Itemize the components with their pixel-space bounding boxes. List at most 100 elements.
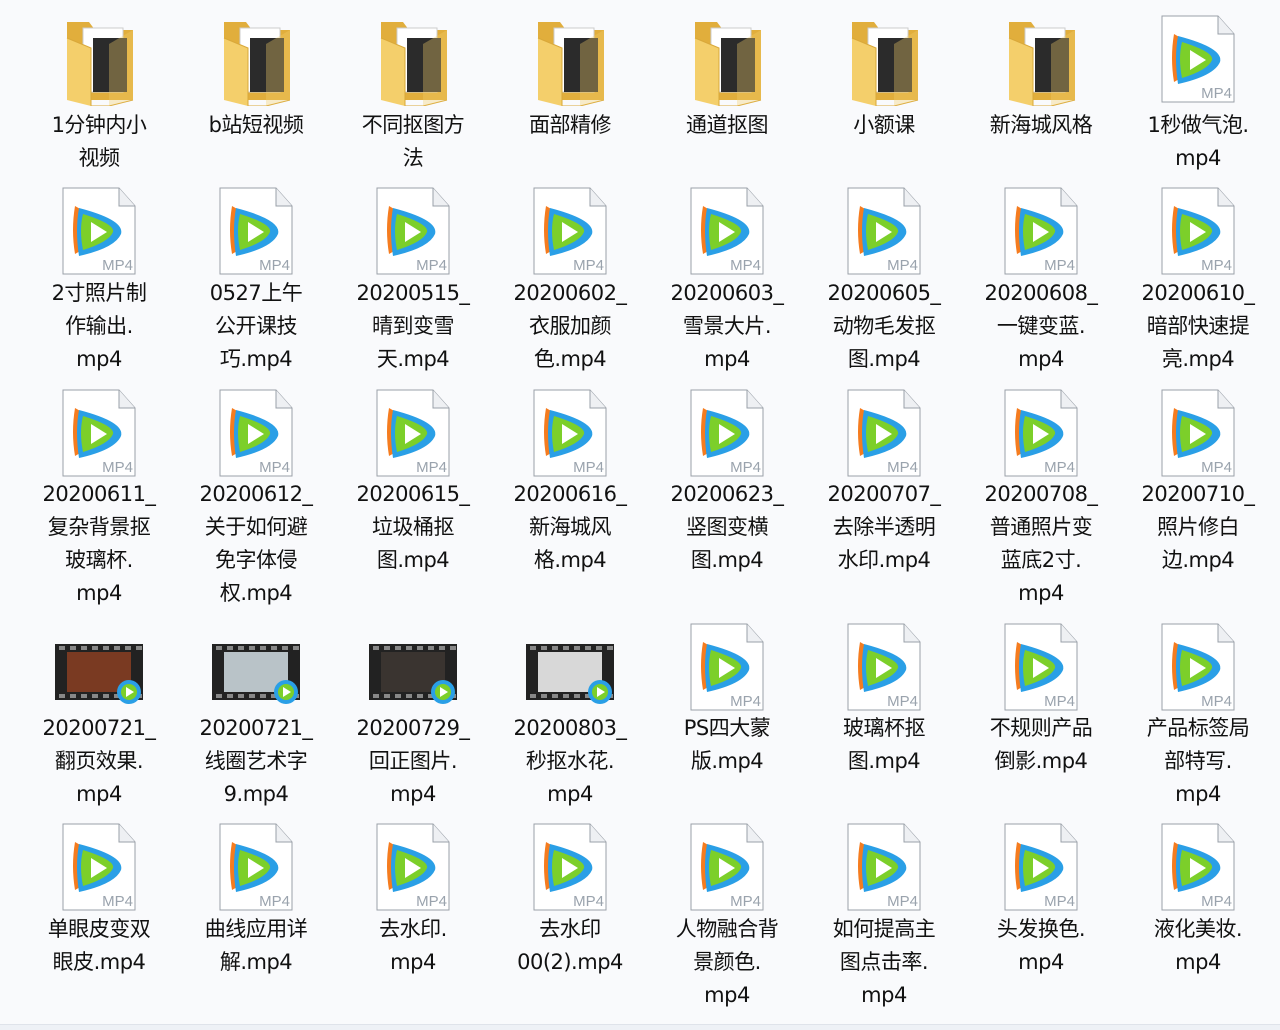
item-name-label[interactable]: 20200710_照片修白边.mp4 xyxy=(1123,478,1273,577)
folder-icon[interactable] xyxy=(966,14,1116,106)
mp4-file-icon[interactable]: MP4 xyxy=(652,822,802,914)
mp4-file-icon[interactable]: MP4 xyxy=(24,186,174,278)
folder-icon[interactable] xyxy=(652,14,802,106)
svg-text:MP4: MP4 xyxy=(1201,893,1232,910)
mp4-file-icon[interactable]: MP4 xyxy=(1123,822,1273,914)
item-name-label[interactable]: 人物融合背景颜色.mp4 xyxy=(652,913,802,1012)
item-name-label[interactable]: 20200605_动物毛发抠图.mp4 xyxy=(809,277,959,376)
mp4-file-icon[interactable]: MP4 xyxy=(24,822,174,914)
mp4-file-icon[interactable]: MP4 xyxy=(652,186,802,278)
mp4-file-icon[interactable]: MP4 xyxy=(966,388,1116,480)
item-name-line: 20200803_ xyxy=(495,712,645,745)
item-name-label[interactable]: 20200612_关于如何避免字体侵权.mp4 xyxy=(181,478,331,610)
mp4-file-icon[interactable]: MP4 xyxy=(1123,186,1273,278)
mp4-file-icon[interactable]: MP4 xyxy=(495,388,645,480)
item-name-label[interactable]: 20200602_衣服加颜色.mp4 xyxy=(495,277,645,376)
mp4-file-icon[interactable]: MP4 xyxy=(338,822,488,914)
item-name-line: mp4 xyxy=(966,343,1116,376)
mp4-file-icon[interactable]: MP4 xyxy=(338,186,488,278)
mp4-file-icon[interactable]: MP4 xyxy=(652,388,802,480)
mp4-file-icon[interactable]: MP4 xyxy=(495,822,645,914)
item-name-line: 玻璃杯. xyxy=(24,544,174,577)
mp4-file-icon[interactable]: MP4 xyxy=(809,388,959,480)
item-name-label[interactable]: 新海城风格 xyxy=(966,109,1116,142)
item-name-line: mp4 xyxy=(495,778,645,811)
item-name-label[interactable]: 20200708_普通照片变蓝底2寸.mp4 xyxy=(966,478,1116,610)
mp4-file-icon[interactable]: MP4 xyxy=(495,186,645,278)
svg-text:MP4: MP4 xyxy=(730,459,761,476)
mp4-file-icon[interactable]: MP4 xyxy=(809,822,959,914)
mp4-file-icon[interactable]: MP4 xyxy=(338,388,488,480)
item-name-label[interactable]: 不同抠图方法 xyxy=(338,109,488,175)
item-name-label[interactable]: 面部精修 xyxy=(495,109,645,142)
item-name-label[interactable]: 头发换色.mp4 xyxy=(966,913,1116,979)
item-name-label[interactable]: 20200610_暗部快速提亮.mp4 xyxy=(1123,277,1273,376)
item-name-label[interactable]: 20200623_竖图变横图.mp4 xyxy=(652,478,802,577)
video-thumbnail-icon[interactable] xyxy=(338,622,488,714)
item-name-line: 玻璃杯抠 xyxy=(809,712,959,745)
mp4-file-icon[interactable]: MP4 xyxy=(966,822,1116,914)
mp4-file-icon[interactable]: MP4 xyxy=(809,186,959,278)
item-name-label[interactable]: 2寸照片制作输出.mp4 xyxy=(24,277,174,376)
mp4-file-icon[interactable]: MP4 xyxy=(181,822,331,914)
folder-icon[interactable] xyxy=(338,14,488,106)
folder-icon[interactable] xyxy=(181,14,331,106)
mp4-file-icon[interactable]: MP4 xyxy=(24,388,174,480)
item-name-label[interactable]: 1秒做气泡.mp4 xyxy=(1123,109,1273,175)
svg-text:MP4: MP4 xyxy=(102,257,133,274)
item-name-line: 暗部快速提 xyxy=(1123,310,1273,343)
item-name-label[interactable]: 不规则产品倒影.mp4 xyxy=(966,712,1116,778)
item-name-label[interactable]: 小额课 xyxy=(809,109,959,142)
item-name-label[interactable]: 20200603_雪景大片.mp4 xyxy=(652,277,802,376)
mp4-file-icon[interactable]: MP4 xyxy=(181,388,331,480)
item-name-label[interactable]: 20200608_一键变蓝.mp4 xyxy=(966,277,1116,376)
svg-text:MP4: MP4 xyxy=(416,257,447,274)
folder-icon[interactable] xyxy=(809,14,959,106)
item-name-label[interactable]: 20200707_去除半透明水印.mp4 xyxy=(809,478,959,577)
mp4-file-icon[interactable]: MP4 xyxy=(1123,622,1273,714)
item-name-label[interactable]: 20200611_复杂背景抠玻璃杯.mp4 xyxy=(24,478,174,610)
svg-text:MP4: MP4 xyxy=(1201,85,1232,102)
folder-icon[interactable] xyxy=(24,14,174,106)
mp4-file-icon[interactable]: MP4 xyxy=(181,186,331,278)
video-thumbnail-icon[interactable] xyxy=(495,622,645,714)
item-name-label[interactable]: 如何提高主图点击率.mp4 xyxy=(809,913,959,1012)
item-name-label[interactable]: 去水印00(2).mp4 xyxy=(495,913,645,979)
item-name-line: 倒影.mp4 xyxy=(966,745,1116,778)
svg-text:MP4: MP4 xyxy=(416,459,447,476)
mp4-file-icon[interactable]: MP4 xyxy=(809,622,959,714)
folder-icon[interactable] xyxy=(495,14,645,106)
mp4-file-icon[interactable]: MP4 xyxy=(966,622,1116,714)
item-name-line: 产品标签局 xyxy=(1123,712,1273,745)
item-name-label[interactable]: PS四大蒙版.mp4 xyxy=(652,712,802,778)
item-name-line: 20200610_ xyxy=(1123,277,1273,310)
item-name-label[interactable]: 产品标签局部特写.mp4 xyxy=(1123,712,1273,811)
item-name-label[interactable]: 20200721_线圈艺术字9.mp4 xyxy=(181,712,331,811)
item-name-label[interactable]: 通道抠图 xyxy=(652,109,802,142)
item-name-line: mp4 xyxy=(652,343,802,376)
video-thumbnail-icon[interactable] xyxy=(24,622,174,714)
video-thumbnail-icon[interactable] xyxy=(181,622,331,714)
item-name-line: 0527上午 xyxy=(181,277,331,310)
item-name-label[interactable]: b站短视频 xyxy=(181,109,331,142)
mp4-file-icon[interactable]: MP4 xyxy=(652,622,802,714)
item-name-label[interactable]: 玻璃杯抠图.mp4 xyxy=(809,712,959,778)
item-name-line: 20200611_ xyxy=(24,478,174,511)
file-icon-view: 1分钟内小视频 b站短视频 不同抠图方法 面部精修 通道抠图 小额课 xyxy=(0,0,1280,1025)
mp4-file-icon[interactable]: MP4 xyxy=(966,186,1116,278)
item-name-label[interactable]: 去水印.mp4 xyxy=(338,913,488,979)
item-name-label[interactable]: 20200729_回正图片.mp4 xyxy=(338,712,488,811)
item-name-line: 20200623_ xyxy=(652,478,802,511)
mp4-file-icon[interactable]: MP4 xyxy=(1123,388,1273,480)
item-name-label[interactable]: 曲线应用详解.mp4 xyxy=(181,913,331,979)
item-name-label[interactable]: 单眼皮变双眼皮.mp4 xyxy=(24,913,174,979)
item-name-label[interactable]: 20200803_秒抠水花.mp4 xyxy=(495,712,645,811)
item-name-label[interactable]: 20200615_垃圾桶抠图.mp4 xyxy=(338,478,488,577)
item-name-label[interactable]: 20200515_晴到变雪天.mp4 xyxy=(338,277,488,376)
item-name-label[interactable]: 1分钟内小视频 xyxy=(24,109,174,175)
item-name-label[interactable]: 20200721_翻页效果.mp4 xyxy=(24,712,174,811)
item-name-label[interactable]: 0527上午公开课技巧.mp4 xyxy=(181,277,331,376)
item-name-label[interactable]: 20200616_新海城风格.mp4 xyxy=(495,478,645,577)
mp4-file-icon[interactable]: MP4 xyxy=(1123,14,1273,106)
item-name-label[interactable]: 液化美妆.mp4 xyxy=(1123,913,1273,979)
